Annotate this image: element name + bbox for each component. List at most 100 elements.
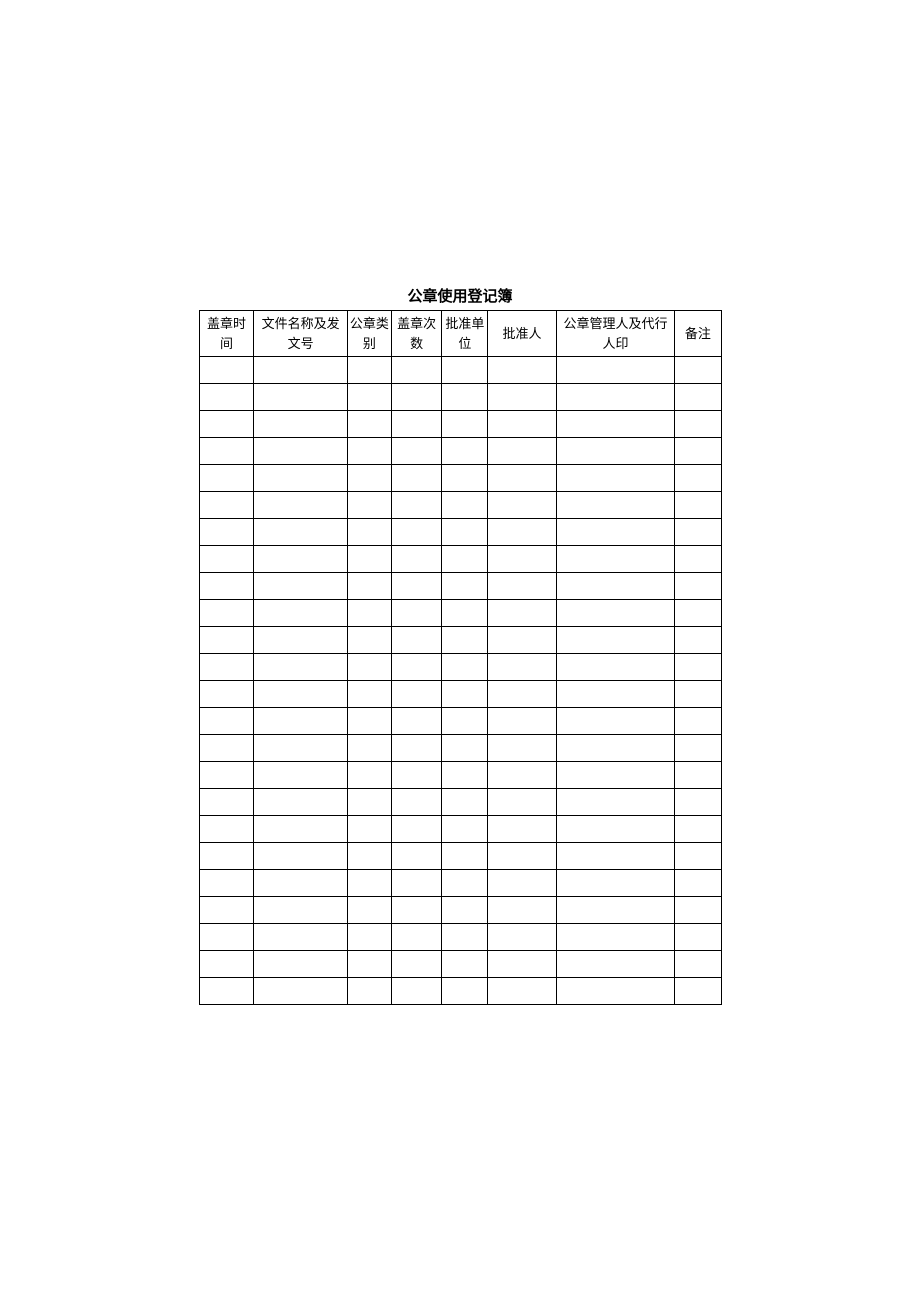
table-cell [347,573,391,600]
table-cell [488,816,556,843]
table-cell [442,789,488,816]
table-cell [199,519,254,546]
table-cell [442,816,488,843]
table-cell [199,546,254,573]
table-cell [556,978,675,1005]
table-cell [254,816,347,843]
table-header-row: 盖章时间 文件名称及发文号 公章类别 盖章次数 批准单位 批准人 公章管理人及代… [199,311,721,357]
table-row [199,438,721,465]
table-cell [254,897,347,924]
table-cell [347,897,391,924]
table-row [199,789,721,816]
table-cell [199,600,254,627]
table-cell [254,762,347,789]
table-cell [556,654,675,681]
table-row [199,681,721,708]
table-row [199,924,721,951]
table-cell [254,735,347,762]
table-cell [675,519,721,546]
table-row [199,816,721,843]
table-cell [675,465,721,492]
table-cell [199,681,254,708]
table-cell [391,600,442,627]
table-row [199,978,721,1005]
table-cell [442,870,488,897]
table-cell [442,519,488,546]
table-cell [254,384,347,411]
table-cell [347,411,391,438]
table-cell [556,843,675,870]
table-cell [556,897,675,924]
table-cell [488,546,556,573]
table-cell [254,546,347,573]
table-cell [675,708,721,735]
table-cell [391,816,442,843]
table-cell [488,357,556,384]
table-row [199,843,721,870]
table-cell [347,735,391,762]
table-cell [442,708,488,735]
table-cell [347,870,391,897]
table-cell [488,978,556,1005]
table-cell [254,870,347,897]
header-remarks: 备注 [675,311,721,357]
table-row [199,762,721,789]
table-cell [254,708,347,735]
table-row [199,600,721,627]
table-cell [675,654,721,681]
table-cell [391,438,442,465]
table-row [199,870,721,897]
table-cell [254,924,347,951]
table-cell [556,681,675,708]
table-cell [254,789,347,816]
table-cell [675,600,721,627]
table-cell [199,627,254,654]
table-cell [556,411,675,438]
table-cell [199,951,254,978]
table-cell [488,870,556,897]
table-cell [391,627,442,654]
table-cell [254,654,347,681]
table-cell [391,384,442,411]
table-cell [391,357,442,384]
table-cell [347,681,391,708]
table-cell [254,600,347,627]
table-cell [488,465,556,492]
table-cell [488,735,556,762]
table-cell [675,870,721,897]
header-stamp-time: 盖章时间 [199,311,254,357]
table-cell [488,600,556,627]
table-cell [199,411,254,438]
table-cell [442,573,488,600]
table-cell [199,384,254,411]
table-row [199,411,721,438]
table-row [199,573,721,600]
table-cell [254,411,347,438]
table-cell [488,438,556,465]
table-cell [675,816,721,843]
table-cell [347,789,391,816]
table-cell [391,708,442,735]
table-cell [488,951,556,978]
table-cell [556,357,675,384]
table-cell [347,600,391,627]
table-cell [556,816,675,843]
table-row [199,546,721,573]
table-row [199,951,721,978]
table-cell [391,573,442,600]
header-seal-type: 公章类别 [347,311,391,357]
table-row [199,465,721,492]
table-cell [391,735,442,762]
table-cell [199,816,254,843]
table-cell [391,789,442,816]
table-row [199,735,721,762]
header-seal-manager: 公章管理人及代行人印 [556,311,675,357]
table-row [199,357,721,384]
table-cell [442,978,488,1005]
table-cell [675,762,721,789]
table-cell [488,762,556,789]
table-cell [199,492,254,519]
table-cell [556,924,675,951]
table-cell [199,897,254,924]
table-cell [254,573,347,600]
